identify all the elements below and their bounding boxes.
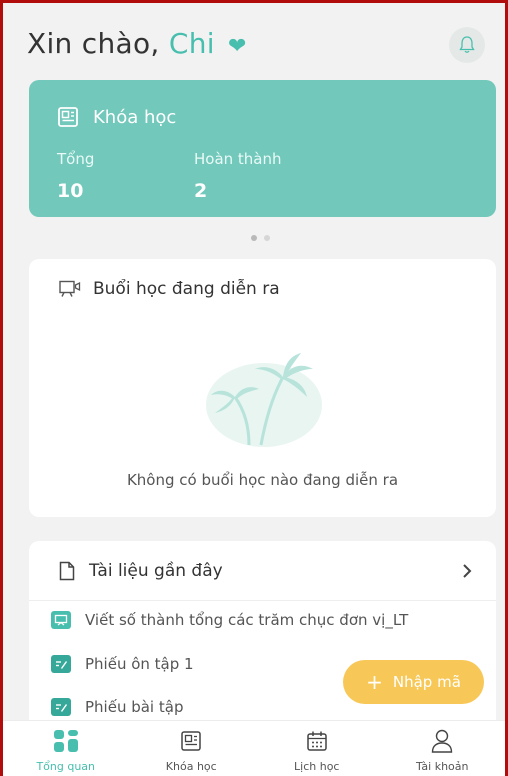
doc-item-2[interactable]: Phiếu ôn tập 1	[51, 655, 194, 673]
live-session-card: Buổi học đang diễn ra Không có buổi học …	[29, 259, 496, 517]
dashboard-icon	[53, 728, 79, 754]
palm-tree-illustration	[206, 353, 322, 447]
doc-item-label: Phiếu ôn tập 1	[85, 655, 194, 673]
greeting-text: Xin chào,	[27, 27, 160, 60]
course-card-title: Khóa học	[93, 106, 177, 128]
course-summary-card[interactable]: Khóa học Tổng 10 Hoàn thành 2	[29, 80, 496, 217]
chevron-right-icon[interactable]	[462, 563, 472, 579]
calendar-icon	[306, 728, 328, 754]
notification-button[interactable]	[449, 27, 485, 63]
presentation-icon	[59, 280, 81, 297]
document-icon	[59, 561, 75, 580]
nav-label: Khóa học	[165, 760, 217, 773]
nav-label: Tổng quan	[36, 760, 96, 773]
carousel-indicator	[251, 235, 270, 241]
doc-item-3[interactable]: Phiếu bài tập	[51, 698, 183, 716]
completed-value: 2	[194, 180, 208, 202]
nav-item-schedule[interactable]: Lịch học	[254, 721, 380, 776]
bottom-nav: Tổng quan Khóa học Lịch học Tài khoản	[3, 720, 505, 776]
total-label: Tổng	[57, 150, 95, 168]
live-session-empty-text: Không có buổi học nào đang diễn ra	[126, 471, 399, 489]
presentation-icon	[51, 611, 71, 629]
nav-item-courses[interactable]: Khóa học	[129, 721, 255, 776]
doc-item-1[interactable]: Viết số thành tổng các trăm chục đơn vị_…	[51, 611, 408, 629]
total-value: 10	[57, 180, 84, 202]
nav-label: Tài khoản	[415, 760, 469, 773]
app-frame: Xin chào, Chi ❤ Khóa học Tổng 10 Hoàn th…	[0, 0, 508, 776]
heart-icon: ❤	[228, 34, 247, 59]
worksheet-icon	[51, 698, 71, 716]
nav-item-overview[interactable]: Tổng quan	[3, 721, 129, 776]
user-name: Chi	[168, 27, 215, 60]
book-icon	[180, 728, 202, 754]
worksheet-icon	[51, 655, 71, 673]
recent-docs-title: Tài liệu gần đây	[89, 560, 223, 581]
recent-docs-header[interactable]: Tài liệu gần đây	[29, 541, 496, 601]
nav-item-account[interactable]: Tài khoản	[380, 721, 506, 776]
bell-icon	[459, 36, 475, 53]
live-session-title: Buổi học đang diễn ra	[93, 279, 280, 299]
nav-label: Lịch học	[294, 760, 340, 773]
completed-label: Hoàn thành	[194, 150, 282, 168]
book-icon	[58, 107, 78, 127]
enter-code-button[interactable]: + Nhập mã	[343, 660, 484, 704]
live-session-header: Buổi học đang diễn ra	[59, 279, 280, 299]
plus-icon: +	[366, 670, 383, 694]
enter-code-label: Nhập mã	[392, 673, 461, 691]
doc-item-label: Phiếu bài tập	[85, 698, 184, 716]
doc-item-label: Viết số thành tổng các trăm chục đơn vị_…	[85, 611, 409, 629]
user-icon	[431, 728, 453, 754]
course-card-title-row: Khóa học	[57, 106, 176, 128]
carousel-dot-2[interactable]	[264, 235, 270, 241]
carousel-dot-1[interactable]	[251, 235, 257, 241]
greeting: Xin chào, Chi ❤	[27, 27, 247, 60]
